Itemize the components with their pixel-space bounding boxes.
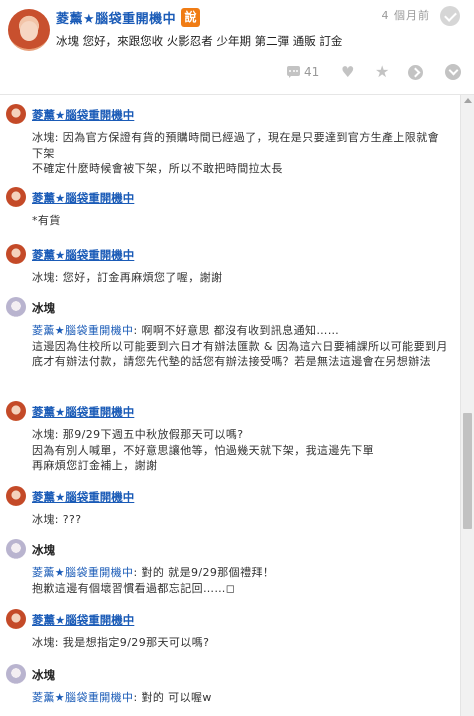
reply-text: 冰塊: 因為官方保證有貨的預購時間已經過了，現在是只要達到官方生產上限就會下架 … (32, 130, 450, 177)
comment-count: 41 (304, 65, 320, 79)
reply-line: 再麻煩您訂金補上，謝謝 (32, 459, 158, 472)
post-header: 菱薰★腦袋重開機中 說 4 個月前 冰塊 您好，來跟您收 火影忍者 少年期 第二… (0, 0, 474, 96)
avatar[interactable] (6, 609, 26, 629)
check-icon[interactable] (440, 6, 460, 26)
reply-line: 因為有別人喊單，不好意思讓他等，怕過幾天就下架，我這邊先下單 (32, 443, 374, 457)
scrollbar[interactable] (460, 95, 474, 716)
reply-author[interactable]: 冰塊 (32, 300, 55, 316)
avatar[interactable] (6, 486, 26, 506)
reply-text: 菱薰★腦袋重開機中: 對的 可以喔w (32, 690, 212, 706)
reply-text: 菱薰★腦袋重開機中: 對的 就是9/29那個禮拜！ 抱歉這邊有個壞習慣看過都忘記… (32, 565, 274, 596)
reply-author[interactable]: 菱薰★腦袋重開機中 (32, 190, 134, 206)
reply-author[interactable]: 菱薰★腦袋重開機中 (32, 612, 134, 628)
post-time: 4 個月前 (381, 9, 430, 22)
reply-line: 冰塊: ??? (32, 513, 82, 526)
reply-text: *有貨 (32, 213, 61, 229)
comment-icon (287, 66, 300, 78)
reply-line: 這邊因為住校所以可能要到六日才有辦法匯款 & 因為這六日要補課所以可能要到月底才… (32, 339, 448, 369)
heart-icon[interactable]: ♥ (341, 64, 357, 82)
reply-line: 菱薰★腦袋重開機中: 啊啊不好意思 都沒有收到訊息通知…… (32, 324, 340, 337)
speech-badge: 說 (181, 8, 200, 27)
reply-line: 菱薰★腦袋重開機中: 對的 就是9/29那個禮拜！ (32, 566, 275, 579)
reply-line: 冰塊: 因為官方保證有貨的預購時間已經過了，現在是只要達到官方生產上限就會下架 (32, 131, 439, 160)
mention-link[interactable]: 菱薰★腦袋重開機中 (32, 566, 133, 579)
share-icon[interactable] (408, 65, 423, 80)
avatar[interactable] (6, 664, 26, 684)
reply-line: *有貨 (32, 214, 61, 227)
more-icon[interactable] (445, 64, 461, 80)
star-icon[interactable]: ★ (375, 64, 391, 82)
author-name[interactable]: 菱薰★腦袋重開機中 (56, 8, 176, 27)
reply-author[interactable]: 菱薰★腦袋重開機中 (32, 107, 134, 123)
reply-thread: 菱薰★腦袋重開機中 冰塊: 因為官方保證有貨的預購時間已經過了，現在是只要達到官… (0, 95, 460, 716)
reply-line: 抱歉這邊有個壞習慣看過都忘記回……◻ (32, 581, 236, 595)
avatar[interactable] (6, 187, 26, 207)
comment-button[interactable]: 41 (287, 64, 331, 82)
reply-author[interactable]: 冰塊 (32, 542, 55, 558)
post-message: 冰塊 您好，來跟您收 火影忍者 少年期 第二彈 通販 訂金 (56, 34, 343, 48)
reply-line: 菱薰★腦袋重開機中: 對的 可以喔w (32, 691, 212, 704)
reply-text: 菱薰★腦袋重開機中: 啊啊不好意思 都沒有收到訊息通知…… 這邊因為住校所以可能… (32, 323, 450, 370)
scrollbar-thumb[interactable] (463, 413, 472, 529)
reply-line: 冰塊: 您好，訂金再麻煩您了喔，謝謝 (32, 271, 223, 284)
reply-author[interactable]: 菱薰★腦袋重開機中 (32, 404, 134, 420)
reply-line: 不確定什麼時候會被下架，所以不敢把時間拉太長 (32, 162, 283, 175)
reply-line: 冰塊: 我是想指定9/29那天可以嗎? (32, 636, 210, 649)
reply-text: 冰塊: ??? (32, 512, 82, 528)
reply-line: 冰塊: 那9/29下週五中秋放假那天可以嗎? (32, 428, 244, 441)
reply-text: 冰塊: 您好，訂金再麻煩您了喔，謝謝 (32, 270, 222, 286)
reply-author[interactable]: 菱薰★腦袋重開機中 (32, 489, 134, 505)
mention-link[interactable]: 菱薰★腦袋重開機中 (32, 691, 133, 704)
reply-text: 冰塊: 那9/29下週五中秋放假那天可以嗎? 因為有別人喊單，不好意思讓他等，怕… (32, 427, 374, 474)
reply-author[interactable]: 菱薰★腦袋重開機中 (32, 247, 134, 263)
mention-link[interactable]: 菱薰★腦袋重開機中 (32, 324, 133, 337)
avatar[interactable] (6, 244, 26, 264)
author-avatar[interactable] (8, 9, 50, 51)
avatar[interactable] (6, 104, 26, 124)
avatar[interactable] (6, 539, 26, 559)
avatar[interactable] (6, 401, 26, 421)
reply-author[interactable]: 冰塊 (32, 667, 55, 683)
scroll-up-arrow-icon[interactable] (464, 98, 472, 103)
reply-text: 冰塊: 我是想指定9/29那天可以嗎? (32, 635, 209, 651)
avatar[interactable] (6, 297, 26, 317)
